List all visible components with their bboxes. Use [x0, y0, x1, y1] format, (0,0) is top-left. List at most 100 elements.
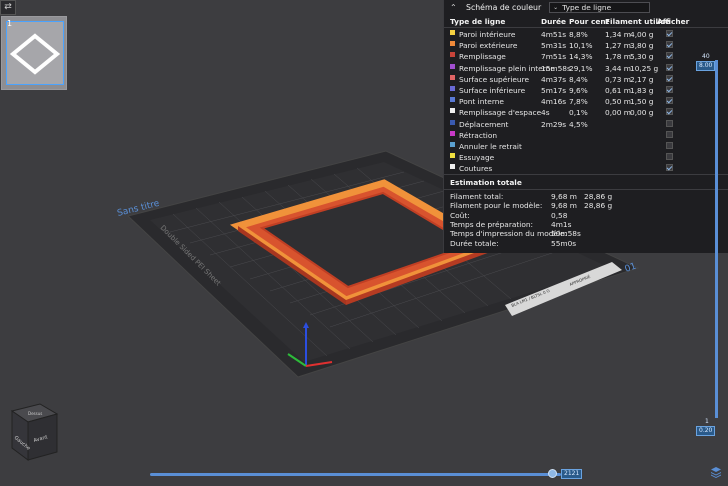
line-type-percent: 7,8% — [569, 97, 588, 107]
estimation-value-a: 9,68 m — [551, 192, 578, 201]
color-scheme-legend: ⌃ Schéma de couleur ⌄ Type de ligne Type… — [443, 0, 728, 253]
estimation-value-a: 50m58s — [551, 229, 581, 239]
line-type-weight: 1,83 g — [630, 86, 654, 95]
line-type-time: 4m37s — [541, 74, 567, 84]
line-type-weight: 0,00 g — [630, 108, 654, 118]
move-slider-track[interactable] — [150, 473, 561, 476]
legend-row: Paroi extérieure 5m31s 10,1% 1,27 m 3,80 g — [444, 41, 728, 52]
estimation-label: Temps d'impression du modèle: — [450, 229, 568, 239]
display-checkbox[interactable] — [666, 41, 673, 49]
expand-arrows-icon: ⇄ — [4, 2, 12, 12]
estimation-label: Temps de préparation: — [450, 219, 534, 229]
color-swatch — [450, 164, 455, 170]
color-swatch — [450, 142, 455, 147]
line-type-weight: 2,17 g — [630, 74, 654, 84]
line-type-length: 0,61 m — [605, 86, 632, 95]
estimation-title: Estimation totale — [450, 178, 522, 187]
legend-row: Rétraction — [444, 130, 728, 142]
layers-icon[interactable] — [710, 466, 722, 478]
col-header-percent: Pour cent — [569, 17, 610, 26]
layer-slider-top-value: 40 — [702, 53, 710, 60]
line-type-name: Déplacement — [459, 119, 509, 129]
legend-row: Déplacement 2m29s 4,5% — [444, 119, 728, 131]
collapse-sidebar-button[interactable]: ⇄ — [0, 0, 16, 15]
layer-slider-track[interactable] — [715, 60, 718, 418]
legend-title: Schéma de couleur — [466, 3, 542, 12]
estimation-value-a: 55m0s — [551, 238, 577, 248]
plate-thumbnail-inner — [6, 21, 64, 85]
display-checkbox[interactable] — [666, 164, 673, 172]
col-header-type: Type de ligne — [450, 17, 506, 26]
layer-slider-bottom-value: 1 — [705, 418, 709, 425]
legend-row: Surface inférieure 5m17s 9,6% 0,61 m 1,83 g — [444, 86, 728, 97]
display-checkbox[interactable] — [666, 52, 673, 60]
line-type-time: 2m29s — [541, 119, 567, 129]
thumbnail-model-icon — [9, 33, 61, 75]
estimation-label: Coût: — [450, 210, 470, 220]
display-checkbox[interactable] — [666, 108, 673, 116]
display-checkbox[interactable] — [666, 153, 673, 161]
plate-thumbnail-number: 1 — [7, 19, 13, 28]
legend-row: Essuyage — [444, 153, 728, 164]
layer-slider-top-height[interactable]: 8.00 — [696, 61, 716, 71]
estimation-label: Durée totale: — [450, 238, 499, 248]
estimation-value-b: 28,86 g — [584, 201, 613, 211]
display-checkbox[interactable] — [666, 119, 673, 127]
estimation-label: Filament total: — [450, 192, 504, 201]
line-type-length: 1,34 m — [605, 30, 632, 39]
display-checkbox[interactable] — [666, 63, 673, 71]
legend-header: ⌃ Schéma de couleur ⌄ Type de ligne — [444, 0, 728, 15]
line-type-length: 3,44 m — [605, 63, 632, 73]
color-swatch — [450, 119, 455, 125]
move-slider-value: 2121 — [561, 469, 583, 479]
line-type-name: Paroi intérieure — [459, 30, 516, 39]
view-cube-top[interactable]: Dessus — [28, 411, 42, 416]
line-type-time: 4m51s — [541, 30, 567, 39]
display-checkbox[interactable] — [666, 74, 673, 82]
estimation-title-divider — [444, 189, 728, 190]
chevron-down-icon: ⌄ — [553, 4, 559, 11]
display-checkbox[interactable] — [666, 97, 673, 105]
line-type-name: Pont interne — [459, 97, 504, 107]
layer-slider-bottom-height[interactable]: 0.20 — [696, 426, 716, 436]
line-type-time: 5m31s — [541, 41, 567, 51]
line-type-percent: 8,8% — [569, 30, 588, 39]
line-type-name: Annuler le retrait — [459, 142, 522, 151]
legend-row: Annuler le retrait — [444, 142, 728, 153]
collapse-legend-icon[interactable]: ⌃ — [450, 3, 460, 12]
line-type-name: Paroi extérieure — [459, 41, 518, 51]
display-checkbox[interactable] — [666, 30, 673, 37]
header-divider — [444, 27, 728, 28]
line-type-percent: 14,3% — [569, 52, 593, 62]
line-type-weight: 3,80 g — [630, 41, 654, 51]
color-swatch — [450, 97, 455, 103]
color-swatch — [450, 41, 455, 47]
display-checkbox[interactable] — [666, 86, 673, 93]
line-type-weight: 4,00 g — [630, 30, 654, 39]
line-type-percent: 4,5% — [569, 119, 588, 129]
line-type-time: 4s — [541, 108, 550, 118]
legend-row: Surface supérieure 4m37s 8,4% 0,73 m 2,17 g — [444, 74, 728, 86]
line-type-time: 15m58s — [541, 63, 571, 73]
line-type-name: Essuyage — [459, 153, 495, 163]
color-swatch — [450, 30, 455, 35]
line-type-name: Remplissage — [459, 52, 506, 62]
view-cube[interactable]: Dessus Gauche Avant — [10, 403, 59, 461]
color-swatch — [450, 52, 455, 58]
line-type-name: Surface supérieure — [459, 74, 530, 84]
display-checkbox[interactable] — [666, 130, 673, 138]
view-mode-value: Type de ligne — [562, 3, 612, 12]
line-type-length: 1,27 m — [605, 41, 632, 51]
line-type-name: Surface inférieure — [459, 86, 526, 95]
plate-thumbnail[interactable]: 1 — [1, 16, 67, 90]
line-type-time: 7m51s — [541, 52, 567, 62]
display-checkbox[interactable] — [666, 142, 673, 149]
line-type-name: Coutures — [459, 164, 493, 174]
color-swatch — [450, 86, 455, 91]
view-mode-select[interactable]: ⌄ Type de ligne — [549, 2, 651, 13]
legend-row: Paroi intérieure 4m51s 8,8% 1,34 m 4,00 g — [444, 30, 728, 41]
legend-row: Remplissage plein interne 15m58s 29,1% 3,44… — [444, 63, 728, 75]
line-type-weight: 1,50 g — [630, 97, 654, 107]
move-slider-handle[interactable] — [548, 469, 557, 478]
line-type-length: 0,73 m — [605, 74, 632, 84]
